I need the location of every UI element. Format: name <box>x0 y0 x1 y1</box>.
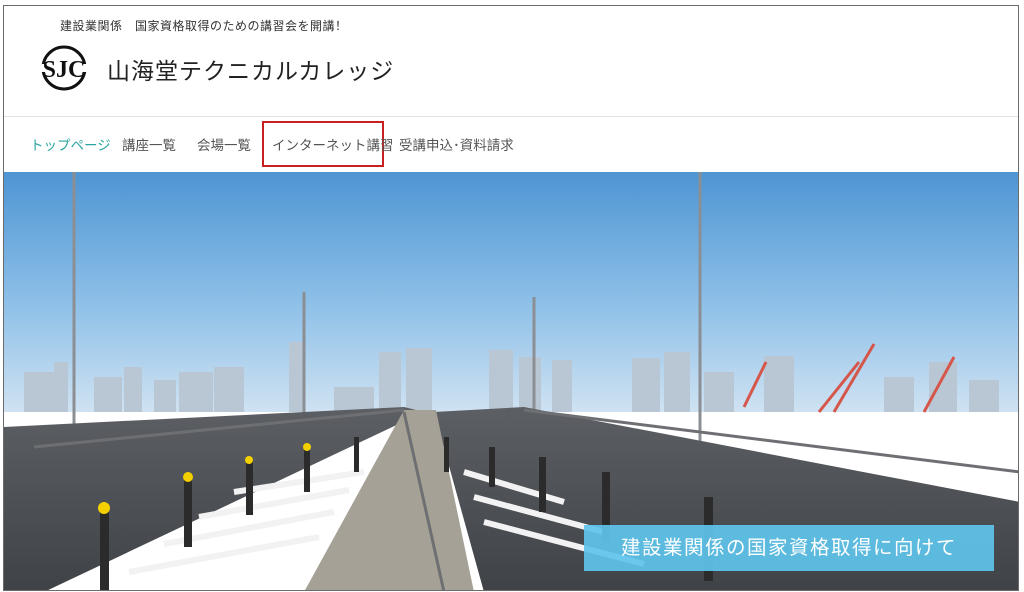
logo-letters: SJC <box>43 57 86 83</box>
nav-item-venues[interactable]: 会場一覧 <box>197 134 251 154</box>
site-header: 建設業関係 国家資格取得のための講習会を開講！ SJC 山海堂テクニカルカレッジ <box>4 6 1018 116</box>
hero-caption: 建設業関係の国家資格取得に向けて <box>584 525 994 571</box>
site-logo[interactable]: SJC <box>40 44 88 92</box>
hero-banner: 建設業関係の国家資格取得に向けて <box>4 172 1018 590</box>
nav-item-courses[interactable]: 講座一覧 <box>122 134 176 154</box>
site-tagline: 建設業関係 国家資格取得のための講習会を開講！ <box>60 19 348 33</box>
nav-item-top[interactable]: トップページ <box>30 134 111 154</box>
browser-page: 建設業関係 国家資格取得のための講習会を開講！ SJC 山海堂テクニカルカレッジ… <box>3 5 1019 591</box>
main-nav: トップページ 講座一覧 会場一覧 インターネット講習 受講申込･資料請求 <box>4 117 1018 171</box>
nav-item-apply[interactable]: 受講申込･資料請求 <box>399 134 514 154</box>
site-title[interactable]: 山海堂テクニカルカレッジ <box>107 52 394 86</box>
nav-item-internet-course[interactable]: インターネット講習 <box>272 134 394 154</box>
